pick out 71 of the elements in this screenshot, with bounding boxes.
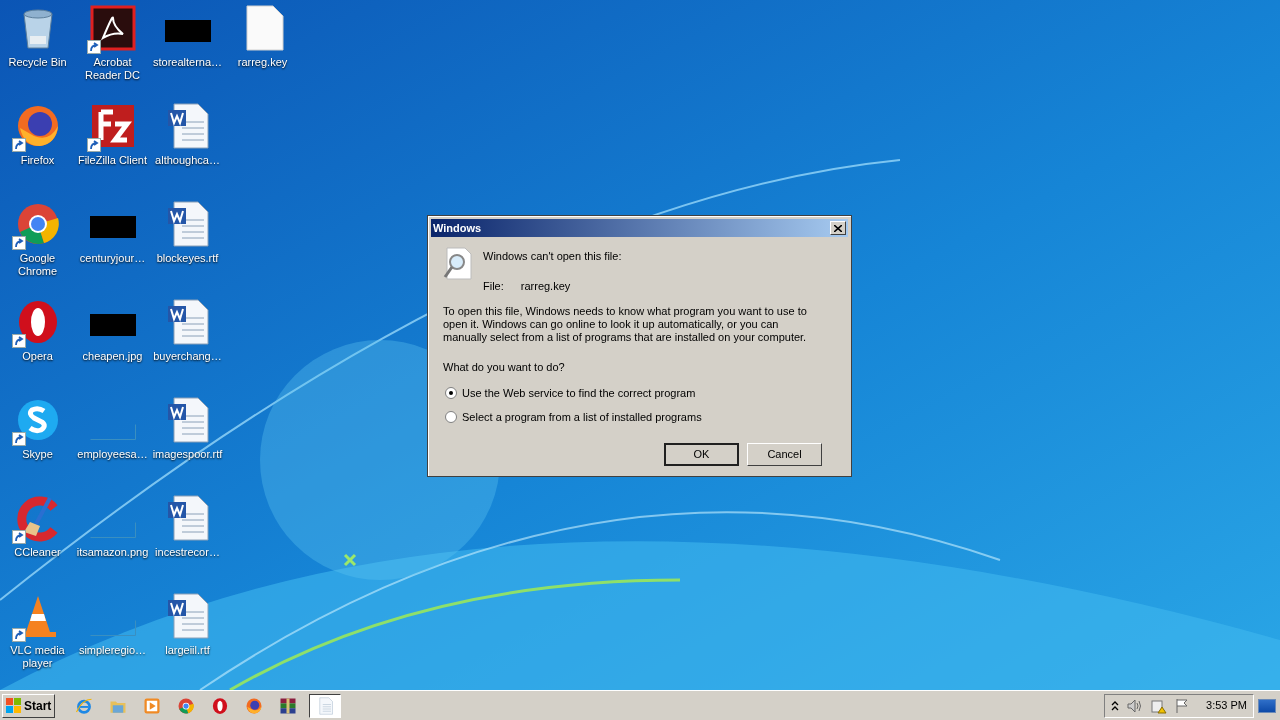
document-icon <box>316 696 335 715</box>
question-text: What do you want to do? <box>442 360 566 375</box>
icon-label: imagespoor.rtf <box>151 448 224 461</box>
desktop-icon[interactable]: employeesa… <box>75 392 150 490</box>
desktop-icon[interactable]: rarreg.key <box>225 0 300 98</box>
desktop-icon[interactable]: blockeyes.rtf <box>150 196 225 294</box>
icon-label: Google Chrome <box>16 252 59 278</box>
icon-label: blockeyes.rtf <box>155 252 220 265</box>
clock-time[interactable]: 3:53 PM <box>1206 697 1247 714</box>
desktop-icon[interactable]: althoughca… <box>150 98 225 196</box>
desktop-icon[interactable]: Recycle Bin <box>0 0 75 98</box>
desktop-icon[interactable]: CCleaner <box>0 490 75 588</box>
icon-label: incestrecor… <box>154 546 221 559</box>
desktop-icon[interactable]: imagespoor.rtf <box>150 392 225 490</box>
desktop-icon[interactable]: VLC media player <box>0 588 75 686</box>
icon-label: CCleaner <box>13 546 62 559</box>
icon-label: itsamazon.png <box>75 546 150 559</box>
media-player-icon <box>143 696 162 715</box>
desktop-icon[interactable]: Skype <box>0 392 75 490</box>
close-button[interactable] <box>830 221 846 235</box>
dialog-button[interactable]: Cancel <box>747 442 822 466</box>
desktop-icon[interactable]: storealterna… <box>150 0 225 98</box>
chevron-up-icon[interactable] <box>1111 700 1119 711</box>
icon-label: Skype <box>21 448 54 461</box>
start-button[interactable]: Start <box>2 693 56 718</box>
desktop-icon[interactable]: FileZilla Client <box>75 98 150 196</box>
desktop-icon[interactable]: centuryjour… <box>75 196 150 294</box>
icon-label: largeiil.rtf <box>164 644 211 657</box>
show-desktop-button[interactable] <box>1258 698 1276 713</box>
icon-label: centuryjour… <box>78 252 147 265</box>
icon-label: buyerchang… <box>152 350 223 363</box>
icon-label: employeesa… <box>76 448 149 461</box>
flag-icon[interactable] <box>1175 697 1189 714</box>
desktop-icon[interactable]: buyerchang… <box>150 294 225 392</box>
icon-label: rarreg.key <box>236 56 289 69</box>
icon-label: storealterna… <box>151 56 224 69</box>
opera-icon <box>211 696 230 715</box>
icon-label: Firefox <box>19 154 56 167</box>
dialog-message: To open this file, Windows needs to know what program you want to use to open it. Windows can go online to look it up automatically, or you can manually select from a list of programs that are installed on your computer. <box>442 305 808 344</box>
image-thumbnail-icon <box>89 522 136 538</box>
window-title: Windows <box>433 220 482 236</box>
taskbar-button[interactable] <box>309 693 342 718</box>
icon-label: cheapen.jpg <box>81 350 144 363</box>
file-name: rarreg.key <box>520 278 571 294</box>
desktop-icon[interactable]: Google Chrome <box>0 196 75 294</box>
icon-label: althoughca… <box>154 154 221 167</box>
radio-option[interactable]: Use the Web service to find the correct program <box>445 384 834 401</box>
close-icon <box>834 224 842 232</box>
dialog-button[interactable]: OK <box>664 442 739 466</box>
desktop-icon[interactable]: Firefox <box>0 98 75 196</box>
network-warning-icon[interactable] <box>1151 697 1167 714</box>
icon-label: VLC media player <box>9 644 66 670</box>
desktop-icon[interactable]: Opera <box>0 294 75 392</box>
file-label: File: <box>483 278 504 294</box>
speaker-icon[interactable] <box>1127 698 1143 713</box>
desktop-icon[interactable]: itsamazon.png <box>75 490 150 588</box>
desktop-icon[interactable]: cheapen.jpg <box>75 294 150 392</box>
icon-label: Recycle Bin <box>7 56 68 69</box>
file-search-icon <box>443 247 473 281</box>
windows-logo-icon <box>6 697 22 714</box>
icon-label: Acrobat Reader DC <box>84 56 141 82</box>
image-thumbnail-icon <box>89 620 136 636</box>
icon-label: FileZilla Client <box>76 154 149 167</box>
icon-label: Opera <box>21 350 54 363</box>
icon-label: simpleregio… <box>77 644 148 657</box>
radio-option[interactable]: Select a program from a list of installed programs <box>445 409 834 426</box>
desktop-icon[interactable]: incestrecor… <box>150 490 225 588</box>
chrome-icon <box>177 696 196 715</box>
desktop-icon[interactable]: Acrobat Reader DC <box>75 0 150 98</box>
image-thumbnail-icon <box>89 424 136 440</box>
dialog-heading: Windows can't open this file: <box>483 249 622 264</box>
